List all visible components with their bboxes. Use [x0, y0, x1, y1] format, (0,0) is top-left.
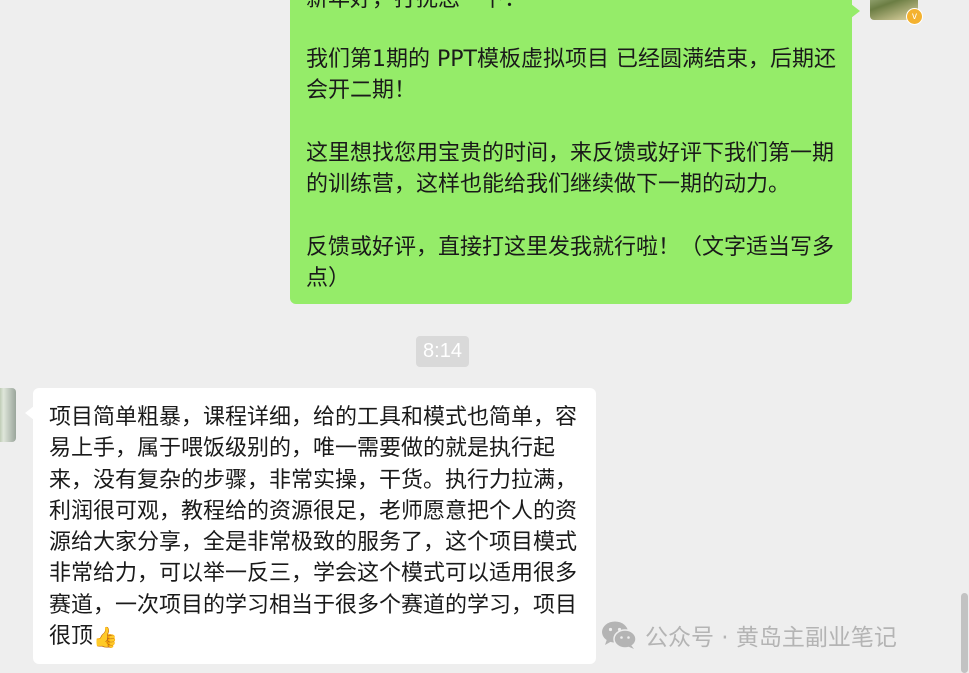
incoming-message-bubble[interactable]: 项目简单粗暴，课程详细，给的工具和模式也简单，容易上手，属于喂饭级别的，唯一需要…	[25, 388, 596, 664]
message-paragraph: 新年好，打扰您一下：	[306, 0, 842, 15]
wechat-icon	[602, 621, 637, 649]
self-avatar[interactable]: v	[866, 0, 923, 25]
message-body: 项目简单粗暴，课程详细，给的工具和模式也简单，容易上手，属于喂饭级别的，唯一需要…	[49, 405, 578, 650]
message-timestamp: 8:14	[416, 336, 469, 367]
scrollbar-thumb[interactable]	[961, 593, 968, 673]
watermark: 公众号 · 黄岛主副业笔记	[601, 618, 897, 652]
outgoing-message-bubble[interactable]: 新年好，打扰您一下： 我们第1期的 PPT模板虚拟项目 已经圆满结束，后期还会开…	[290, 0, 860, 304]
message-paragraph: 反馈或好评，直接打这里发我就行啦！（文字适当写多点）	[306, 235, 835, 291]
message-text: 项目简单粗暴，课程详细，给的工具和模式也简单，容易上手，属于喂饭级别的，唯一需要…	[49, 402, 584, 652]
verified-badge-icon: v	[906, 8, 923, 25]
message-paragraph: 这里想找您用宝贵的时间，来反馈或好评下我们第一期的训练营，这样也能给我们继续做下…	[306, 141, 835, 197]
contact-avatar[interactable]	[0, 388, 16, 442]
message-paragraph: 我们第1期的 PPT模板虚拟项目 已经圆满结束，后期还会开二期！	[306, 47, 836, 103]
watermark-text: 公众号 · 黄岛主副业笔记	[645, 625, 897, 651]
chat-area: 新年好，打扰您一下： 我们第1期的 PPT模板虚拟项目 已经圆满结束，后期还会开…	[0, 0, 969, 673]
thumbs-up-icon: 👍	[93, 625, 118, 650]
scrollbar[interactable]	[959, 0, 969, 673]
